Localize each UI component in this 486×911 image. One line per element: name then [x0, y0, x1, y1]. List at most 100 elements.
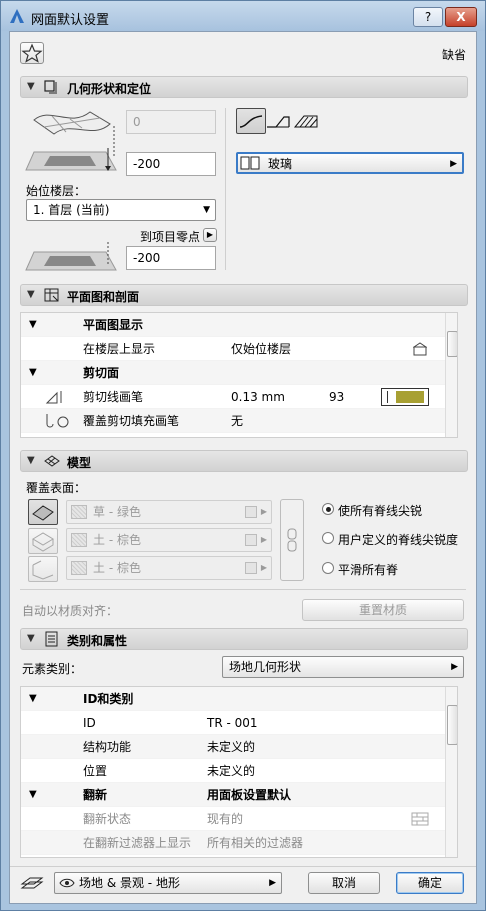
table-row[interactable]: 在楼层上显示 仅始位楼层 [21, 337, 457, 361]
favorites-button[interactable] [20, 42, 44, 64]
hatched-slope-icon [293, 115, 318, 128]
chain-link-button[interactable] [280, 499, 304, 581]
geometry-method-smooth-button[interactable] [236, 108, 266, 134]
material-swatch [71, 561, 87, 575]
material-picker-icon [245, 562, 257, 574]
row-value: 无 [231, 414, 244, 428]
help-button[interactable]: ? [413, 7, 443, 27]
table-row[interactable]: 位置 未定义的 [21, 759, 457, 783]
top-offset-field[interactable]: 0 [126, 110, 216, 134]
table-row[interactable]: ▼ 平面图显示 [21, 313, 457, 337]
cancel-button[interactable]: 取消 [308, 872, 380, 894]
title-bar[interactable]: 网面默认设置 ? X [1, 1, 485, 31]
pen-number: 93 [329, 390, 345, 404]
table-row[interactable]: 在翻新过滤器上显示 所有相关的过滤器 [21, 831, 457, 855]
floor-plan-icon [44, 288, 59, 302]
table-row[interactable]: 翻新状态 现有的 [21, 807, 457, 831]
geometry-method-hatched-button[interactable] [291, 108, 321, 134]
top-surface-material[interactable]: 草 - 绿色 ▶ [66, 500, 272, 524]
document-list-icon [45, 631, 58, 647]
scrollbar-thumb[interactable] [447, 331, 457, 357]
plan-properties-table: ▼ 平面图显示 在楼层上显示 仅始位楼层 ▼ 剪切面 剪切线画笔 0.13 mm [20, 312, 458, 438]
table-row[interactable]: ▼ ID和类别 [21, 687, 457, 711]
classification-section-header[interactable]: ▼ 类别和属性 [20, 628, 468, 650]
collapse-triangle-icon: ▼ [29, 319, 37, 330]
side-surface-material[interactable]: 土 - 棕色 ▶ [66, 528, 272, 552]
side-surface-button[interactable] [28, 528, 58, 554]
table-row[interactable]: ID TR - 001 [21, 711, 457, 735]
window-title: 网面默认设置 [31, 13, 110, 28]
row-value: 未定义的 [207, 764, 256, 778]
ok-button[interactable]: 确定 [396, 872, 464, 894]
close-button[interactable]: X [445, 7, 477, 27]
override-surfaces-label: 覆盖表面： [26, 481, 87, 495]
arrow-right-icon: ▶ [206, 230, 214, 239]
divider [20, 589, 466, 590]
top-surface-button[interactable] [28, 499, 58, 525]
pen-color-swatch[interactable] [381, 388, 429, 406]
scrollbar[interactable] [445, 313, 457, 437]
scrollbar[interactable] [445, 687, 457, 857]
arrow-right-icon: ▶ [450, 159, 457, 169]
material-swatch [71, 505, 87, 519]
radio-label: 用户定义的脊线尖锐度 [338, 533, 459, 547]
element-class-value: 场地几何形状 [229, 660, 302, 674]
table-row[interactable]: 结构功能 未定义的 [21, 735, 457, 759]
layer-dropdown[interactable]: 场地 & 景观 - 地形 ▶ [54, 872, 282, 894]
geometry-section-header[interactable]: ▼ 几何形状和定位 [20, 76, 468, 98]
renovation-icon [411, 812, 429, 826]
row-label: 翻新状态 [83, 812, 132, 826]
reset-material-button[interactable]: 重置材质 [302, 599, 464, 621]
dialog-window: 网面默认设置 ? X 缺省 ▼ 几何形状和定位 0 -200 始位楼层： 1. … [0, 0, 486, 911]
project-zero-arrow-button[interactable]: ▶ [203, 228, 217, 242]
pen-color-fill [396, 391, 424, 403]
vertical-divider [225, 108, 226, 270]
table-row[interactable]: 覆盖剪切填充画笔 无 [21, 409, 457, 433]
bottom-surface-button[interactable] [28, 556, 58, 582]
classification-properties-table: ▼ ID和类别 ID TR - 001 结构功能 未定义的 位置 未定义的 ▼ … [20, 686, 458, 858]
surface-material-name: 土 - 棕色 [93, 561, 141, 575]
material-dropdown[interactable]: 玻璃 ▶ [236, 152, 464, 174]
surface-material-name: 草 - 绿色 [93, 505, 141, 519]
bottom-surface-material[interactable]: 土 - 棕色 ▶ [66, 556, 272, 580]
row-label: 翻新 [83, 788, 108, 802]
side-surface-icon [32, 532, 54, 552]
radio-dot [322, 562, 334, 574]
material-swatch [71, 533, 87, 547]
material-picker-icon [245, 506, 257, 518]
arrow-right-icon: ▶ [260, 507, 267, 516]
3d-model-icon [44, 455, 60, 467]
collapse-triangle-icon: ▼ [27, 81, 35, 92]
geometry-method-ridge-button[interactable] [263, 108, 293, 134]
plan-section-header[interactable]: ▼ 平面图和剖面 [20, 284, 468, 306]
eye-icon [59, 878, 75, 888]
row-label: 在翻新过滤器上显示 [83, 836, 192, 850]
to-project-zero-label: 到项目零点 [140, 230, 201, 244]
footer-divider [10, 866, 476, 867]
home-story-dropdown[interactable]: 1. 首层 (当前) ▼ [26, 199, 216, 221]
table-row[interactable]: ▼ 剪切面 [21, 361, 457, 385]
model-section-header[interactable]: ▼ 模型 [20, 450, 468, 472]
table-row[interactable]: 剪切线画笔 0.13 mm 93 [21, 385, 457, 409]
collapse-triangle-icon: ▼ [29, 693, 37, 704]
ridge-slope-icon [267, 116, 290, 128]
geometry-positioning-icon [44, 80, 57, 94]
height-field[interactable]: -200 [126, 152, 216, 176]
radio-dot [322, 503, 334, 515]
auto-align-label: 自动以材质对齐： [22, 604, 119, 618]
mesh-bottom-plane-icon [25, 242, 117, 271]
scrollbar-thumb[interactable] [447, 705, 457, 745]
material-picker-icon [245, 534, 257, 546]
bottom-offset-field[interactable]: -200 [126, 246, 216, 270]
row-label: 覆盖剪切填充画笔 [83, 414, 180, 428]
layer-icon [20, 877, 44, 889]
row-value: TR - 001 [207, 716, 258, 730]
glass-material-icon [240, 156, 260, 170]
element-class-dropdown[interactable]: 场地几何形状 ▶ [222, 656, 464, 678]
surface-material-name: 土 - 棕色 [93, 533, 141, 547]
dialog-body: 缺省 ▼ 几何形状和定位 0 -200 始位楼层： 1. 首层 (当前) ▼ 到… [9, 31, 477, 904]
table-row[interactable]: ▼ 翻新 用面板设置默认 [21, 783, 457, 807]
row-label: 剪切线画笔 [83, 390, 144, 404]
row-label: ID [83, 716, 96, 730]
arrow-right-icon: ▶ [260, 535, 267, 544]
